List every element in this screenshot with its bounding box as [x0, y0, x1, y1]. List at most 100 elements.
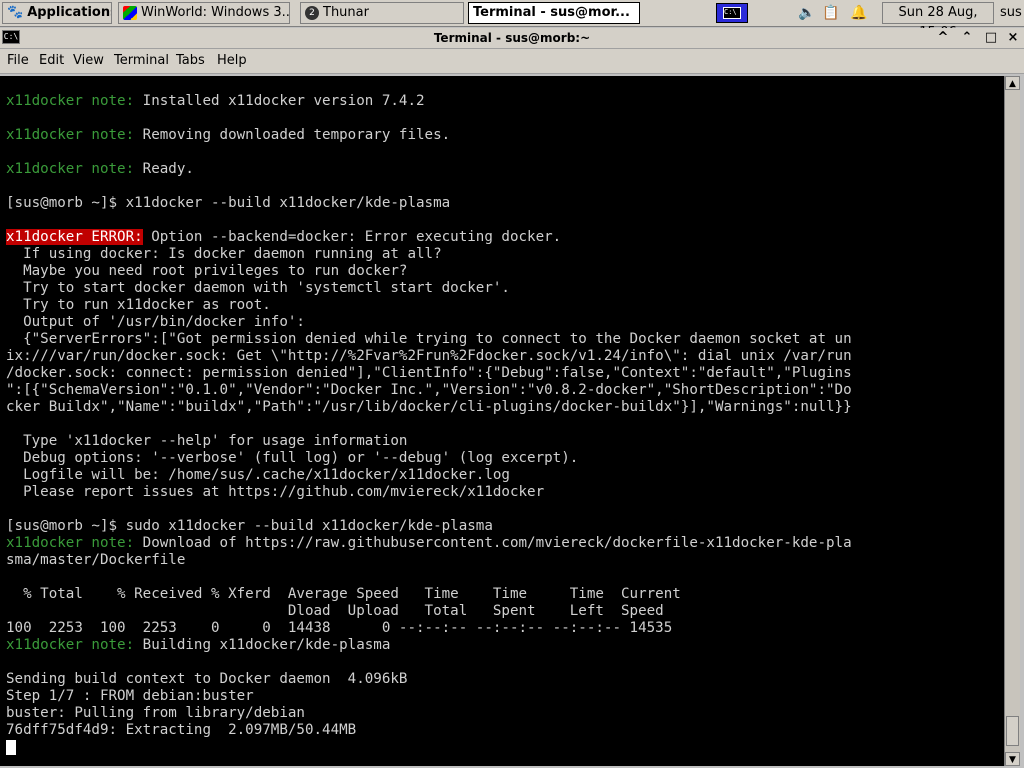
menu-terminal[interactable]: Terminal: [114, 49, 169, 73]
terminal-line: x11docker ERROR: Option --backend=docker…: [6, 229, 852, 246]
terminal-line: Output of '/usr/bin/docker info':: [6, 314, 852, 331]
terminal-line: cker Buildx","Name":"buildx","Path":"/us…: [6, 399, 852, 416]
line-text: Option --backend=docker: Error executing…: [142, 229, 562, 245]
terminal-line: [sus@morb ~]$ sudo x11docker --build x11…: [6, 518, 852, 535]
clock[interactable]: Sun 28 Aug, 15:06: [882, 2, 994, 40]
scroll-up-arrow-icon[interactable]: ▲: [1005, 76, 1020, 90]
maximize-button[interactable]: ⌃: [958, 29, 976, 47]
scroll-down-arrow-icon[interactable]: ▼: [1005, 752, 1020, 766]
line-text: Debug options: '--verbose' (full log) or…: [6, 450, 579, 466]
clipboard-icon[interactable]: 📋: [822, 4, 840, 22]
line-text: Logfile will be: /home/sus/.cache/x11doc…: [6, 467, 510, 483]
line-text: ix:///var/run/docker.sock: Get \"http://…: [6, 348, 852, 364]
line-text: Step 1/7 : FROM debian:buster: [6, 688, 254, 704]
terminal-line: If using docker: Is docker daemon runnin…: [6, 246, 852, 263]
terminal-line: Maybe you need root privileges to run do…: [6, 263, 852, 280]
note-prefix: x11docker note:: [6, 637, 135, 653]
line-text: Removing downloaded temporary files.: [134, 127, 451, 143]
terminal-line: {"ServerErrors":["Got permission denied …: [6, 331, 852, 348]
taskbar-item-terminal[interactable]: C:\ Terminal - sus@mor...: [468, 2, 640, 24]
line-text: sma/master/Dockerfile: [6, 552, 186, 568]
taskbar-item-label: Thunar: [323, 5, 369, 20]
terminal-line: x11docker note: Ready.: [6, 161, 852, 178]
line-text: {"ServerErrors":["Got permission denied …: [6, 331, 852, 347]
terminal-line: Type 'x11docker --help' for usage inform…: [6, 433, 852, 450]
terminal-line: x11docker note: Building x11docker/kde-p…: [6, 637, 852, 654]
menu-bar: File Edit View Terminal Tabs Help: [0, 49, 1024, 74]
taskbar-item-label: WinWorld: Windows 3....: [141, 5, 290, 20]
scrollbar-thumb[interactable]: [1006, 716, 1019, 746]
note-prefix: x11docker note:: [6, 161, 135, 177]
line-text: /docker.sock: connect: permission denied…: [6, 365, 852, 381]
terminal-line: [6, 739, 852, 756]
menu-tabs[interactable]: Tabs: [176, 49, 205, 73]
terminal-line: x11docker note: Removing downloaded temp…: [6, 127, 852, 144]
terminal-line: x11docker note: Download of https://raw.…: [6, 535, 852, 552]
terminal-output[interactable]: x11docker note: Installed x11docker vers…: [0, 76, 1004, 766]
line-text: If using docker: Is docker daemon runnin…: [6, 246, 442, 262]
menu-file[interactable]: File: [7, 49, 29, 73]
text-cursor: [6, 739, 16, 755]
line-text: Maybe you need root privileges to run do…: [6, 263, 408, 279]
window-titlebar[interactable]: C:\ Terminal - sus@morb:~ ^ ⌃ □ ×: [0, 28, 1024, 49]
shade-button[interactable]: ^: [934, 29, 952, 47]
line-text: 100 2253 100 2253 0 0 14438 0 --:--:-- -…: [6, 620, 673, 636]
terminal-line: 100 2253 100 2253 0 0 14438 0 --:--:-- -…: [6, 620, 852, 637]
terminal-lines: x11docker note: Installed x11docker vers…: [6, 93, 852, 756]
note-prefix: x11docker note:: [6, 127, 135, 143]
terminal-line: sma/master/Dockerfile: [6, 552, 852, 569]
restore-button[interactable]: □: [982, 29, 1000, 47]
terminal-line: Sending build context to Docker daemon 4…: [6, 671, 852, 688]
applications-label: Applications: [27, 5, 112, 20]
workspace-pager[interactable]: C:\: [716, 3, 748, 23]
terminal-line: Try to start docker daemon with 'systemc…: [6, 280, 852, 297]
terminal-line: ix:///var/run/docker.sock: Get \"http://…: [6, 348, 852, 365]
close-button[interactable]: ×: [1004, 29, 1022, 47]
menu-edit[interactable]: Edit: [39, 49, 64, 73]
line-text: Installed x11docker version 7.4.2: [134, 93, 425, 109]
line-text: Sending build context to Docker daemon 4…: [6, 671, 408, 687]
terminal-line: /docker.sock: connect: permission denied…: [6, 365, 852, 382]
note-prefix: x11docker note:: [6, 93, 135, 109]
line-text: Output of '/usr/bin/docker info':: [6, 314, 305, 330]
line-text: [sus@morb ~]$ sudo x11docker --build x11…: [6, 518, 493, 534]
line-text: Please report issues at https://github.c…: [6, 484, 545, 500]
terminal-line: Step 1/7 : FROM debian:buster: [6, 688, 852, 705]
line-text: [sus@morb ~]$ x11docker --build x11docke…: [6, 195, 451, 211]
line-text: Download of https://raw.githubuserconten…: [134, 535, 852, 551]
terminal-line: Please report issues at https://github.c…: [6, 484, 852, 501]
vertical-scrollbar[interactable]: ▲ ▼: [1004, 76, 1020, 766]
terminal-line: buster: Pulling from library/debian: [6, 705, 852, 722]
line-text: Try to run x11docker as root.: [6, 297, 271, 313]
notification-bell-icon[interactable]: 🔔: [850, 4, 868, 22]
taskbar-item-label: Terminal - sus@mor...: [473, 5, 630, 20]
windows-icon: [123, 6, 137, 20]
terminal-line: 76dff75df4d9: Extracting 2.097MB/50.44MB: [6, 722, 852, 739]
terminal-line: % Total % Received % Xferd Average Speed…: [6, 586, 852, 603]
taskbar-item-thunar[interactable]: 2 Thunar: [300, 2, 464, 24]
menu-help[interactable]: Help: [217, 49, 247, 73]
foot-icon: 🐾: [7, 5, 24, 20]
menu-view[interactable]: View: [73, 49, 104, 73]
line-text: Dload Upload Total Spent Left Speed: [6, 603, 664, 619]
line-text: Ready.: [134, 161, 194, 177]
terminal-line: Try to run x11docker as root.: [6, 297, 852, 314]
applications-menu-button[interactable]: 🐾 Applications: [2, 2, 112, 24]
line-text: Type 'x11docker --help' for usage inform…: [6, 433, 408, 449]
line-text: ":[{"SchemaVersion":"0.1.0","Vendor":"Do…: [6, 382, 852, 398]
taskbar-item-winworld[interactable]: WinWorld: Windows 3....: [118, 2, 290, 24]
volume-icon[interactable]: 🔈: [798, 4, 816, 22]
line-text: cker Buildx","Name":"buildx","Path":"/us…: [6, 399, 852, 415]
terminal-line: Dload Upload Total Spent Left Speed: [6, 603, 852, 620]
user-label[interactable]: sus: [1000, 2, 1022, 24]
terminal-line: [sus@morb ~]$ x11docker --build x11docke…: [6, 195, 852, 212]
line-text: Try to start docker daemon with 'systemc…: [6, 280, 510, 296]
